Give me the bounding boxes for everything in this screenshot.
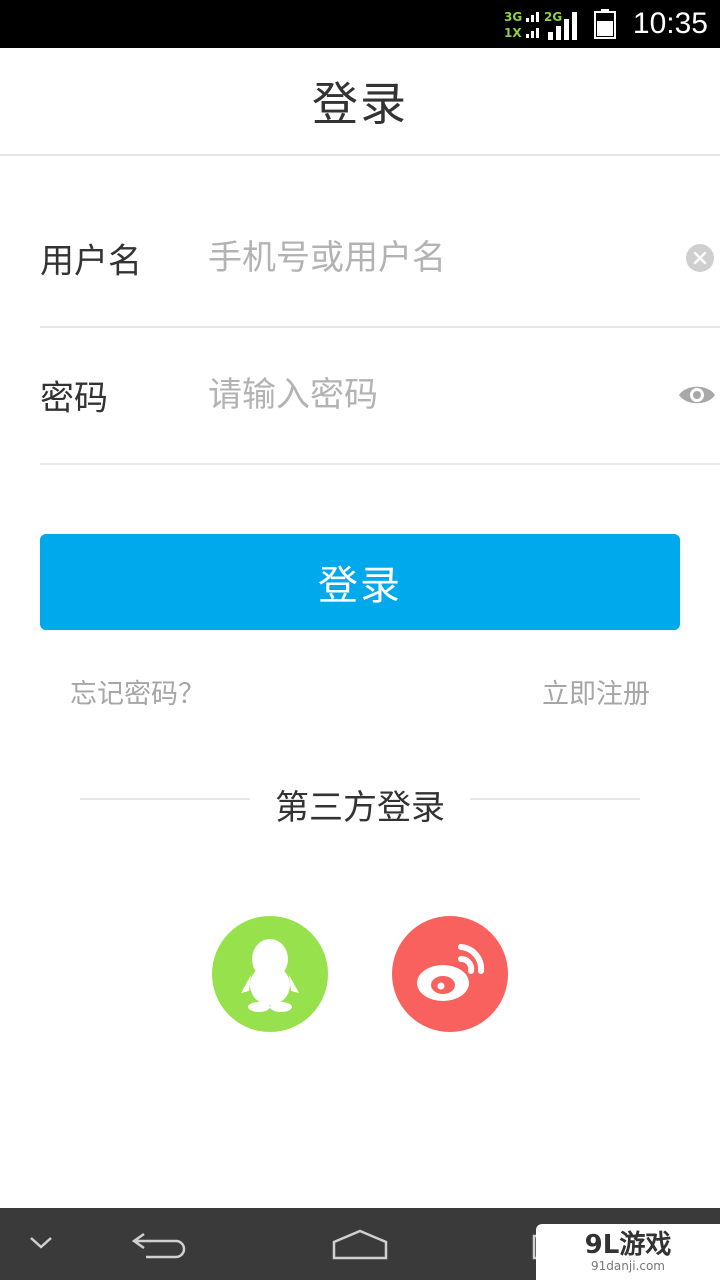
eye-icon[interactable] bbox=[678, 382, 716, 408]
chevron-down-icon[interactable] bbox=[28, 1234, 54, 1252]
weibo-icon bbox=[417, 944, 485, 1001]
username-input[interactable] bbox=[208, 228, 648, 288]
watermark-main: 9L游戏 bbox=[584, 1230, 672, 1260]
qq-icon bbox=[241, 939, 299, 1012]
forgot-password-link[interactable]: 忘记密码？ bbox=[70, 672, 205, 711]
page-title: 登录 bbox=[312, 77, 408, 131]
weibo-login-button[interactable] bbox=[392, 916, 508, 1032]
username-row: 用户名 bbox=[40, 190, 720, 328]
svg-text:3G: 3G bbox=[504, 10, 522, 24]
back-icon[interactable] bbox=[132, 1228, 190, 1260]
svg-text:1X: 1X bbox=[504, 26, 522, 40]
login-screen: 3G 1X 2G 10:35 登录 用户名 手机号或用户名 密码 登录 忘记密码… bbox=[0, 0, 720, 1280]
clear-icon[interactable] bbox=[686, 244, 714, 272]
register-link[interactable]: 立即注册 bbox=[542, 672, 650, 711]
status-bar: 3G 1X 2G 10:35 bbox=[0, 0, 720, 48]
status-time: 10:35 bbox=[632, 7, 708, 40]
signal-icon: 3G 1X 2G bbox=[504, 10, 577, 40]
password-row: 密码 bbox=[40, 327, 720, 465]
divider-right bbox=[470, 798, 640, 800]
svg-text:2G: 2G bbox=[544, 10, 562, 24]
password-label: 密码 bbox=[40, 378, 108, 419]
watermark-logo: 9L游戏 91danji.com bbox=[536, 1224, 720, 1280]
battery-icon bbox=[594, 9, 616, 39]
watermark-sub: 91danji.com bbox=[591, 1259, 665, 1273]
qq-login-button[interactable] bbox=[212, 916, 328, 1032]
username-label: 用户名 bbox=[40, 241, 142, 282]
login-button[interactable]: 登录 bbox=[40, 534, 680, 630]
password-input[interactable] bbox=[208, 365, 648, 425]
third-party-title: 第三方登录 bbox=[275, 788, 445, 828]
home-icon[interactable] bbox=[330, 1228, 390, 1262]
title-bar: 登录 bbox=[0, 48, 720, 156]
